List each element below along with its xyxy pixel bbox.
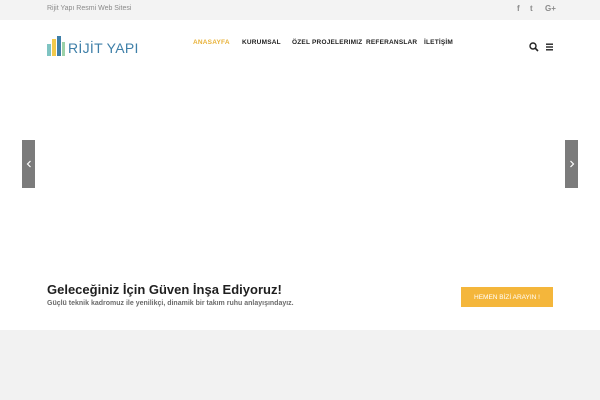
prev-arrow-icon[interactable] xyxy=(22,140,35,188)
search-icon[interactable] xyxy=(529,39,539,52)
site-header: RİJİT YAPI ANASAYFA KURUMSAL ÖZEL PROJEL… xyxy=(0,20,600,68)
nav-item-kurumsal[interactable]: KURUMSAL xyxy=(242,39,281,46)
hero-subline: Güçlü teknik kadromuz ile yenilikçi, din… xyxy=(47,300,294,307)
hero-slider: Geleceğiniz İçin Güven İnşa Ediyoruz! Gü… xyxy=(0,68,600,330)
logo-text: RİJİT YAPI xyxy=(68,40,139,56)
nav-item-anasayfa[interactable]: ANASAYFA xyxy=(193,39,230,46)
site-logo[interactable]: RİJİT YAPI xyxy=(47,34,139,56)
top-bar: Rijit Yapı Resmi Web Sitesi f t G+ xyxy=(0,0,600,20)
call-us-button[interactable]: HEMEN BİZİ ARAYIN ! xyxy=(461,287,553,307)
nav-item-ozel-projelerimiz[interactable]: ÖZEL PROJELERIMIZ xyxy=(292,39,362,46)
content-area xyxy=(0,330,600,400)
logo-building-icon xyxy=(47,36,65,56)
twitter-icon[interactable]: t xyxy=(530,4,533,14)
nav-item-referanslar[interactable]: REFERANSLAR xyxy=(366,39,417,46)
nav-item-iletisim[interactable]: İLETİŞİM xyxy=(424,39,453,46)
facebook-icon[interactable]: f xyxy=(517,4,520,14)
next-arrow-icon[interactable] xyxy=(565,140,578,188)
google-plus-icon[interactable]: G+ xyxy=(545,4,556,14)
site-tagline: Rijit Yapı Resmi Web Sitesi xyxy=(47,5,132,12)
hero-headline: Geleceğiniz İçin Güven İnşa Ediyoruz! xyxy=(47,282,282,297)
menu-icon[interactable] xyxy=(545,39,555,51)
